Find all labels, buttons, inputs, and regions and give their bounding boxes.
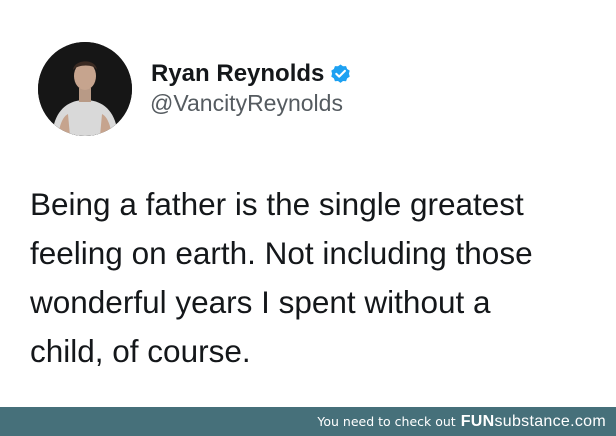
watermark-brand-light: substance.com — [494, 412, 606, 430]
tweet-text-line: wonderful years I spent without a — [30, 284, 491, 320]
tweet-text-line: Being a father is the single greatest — [30, 186, 524, 222]
tweet-text: Being a father is the single greatest fe… — [30, 180, 610, 376]
watermark-brand-bold: FUN — [460, 412, 495, 430]
author-row: Ryan Reynolds — [151, 57, 352, 91]
watermark-footer: You need to check out FUN substance.com — [0, 407, 616, 436]
author-handle[interactable]: @VancityReynolds — [150, 92, 343, 115]
avatar-photo — [38, 42, 132, 136]
tweet-text-line: child, of course. — [30, 333, 251, 369]
tweet-text-line: feeling on earth. Not including those — [30, 235, 533, 271]
watermark-prefix: You need to check out — [317, 414, 456, 429]
tweet-screenshot: Ryan Reynolds @VancityReynolds Being a f… — [0, 0, 616, 436]
avatar[interactable] — [38, 42, 132, 136]
verified-badge-icon — [329, 63, 352, 86]
author-name[interactable]: Ryan Reynolds — [151, 62, 324, 86]
watermark-text[interactable]: You need to check out FUN substance.com — [317, 407, 606, 436]
